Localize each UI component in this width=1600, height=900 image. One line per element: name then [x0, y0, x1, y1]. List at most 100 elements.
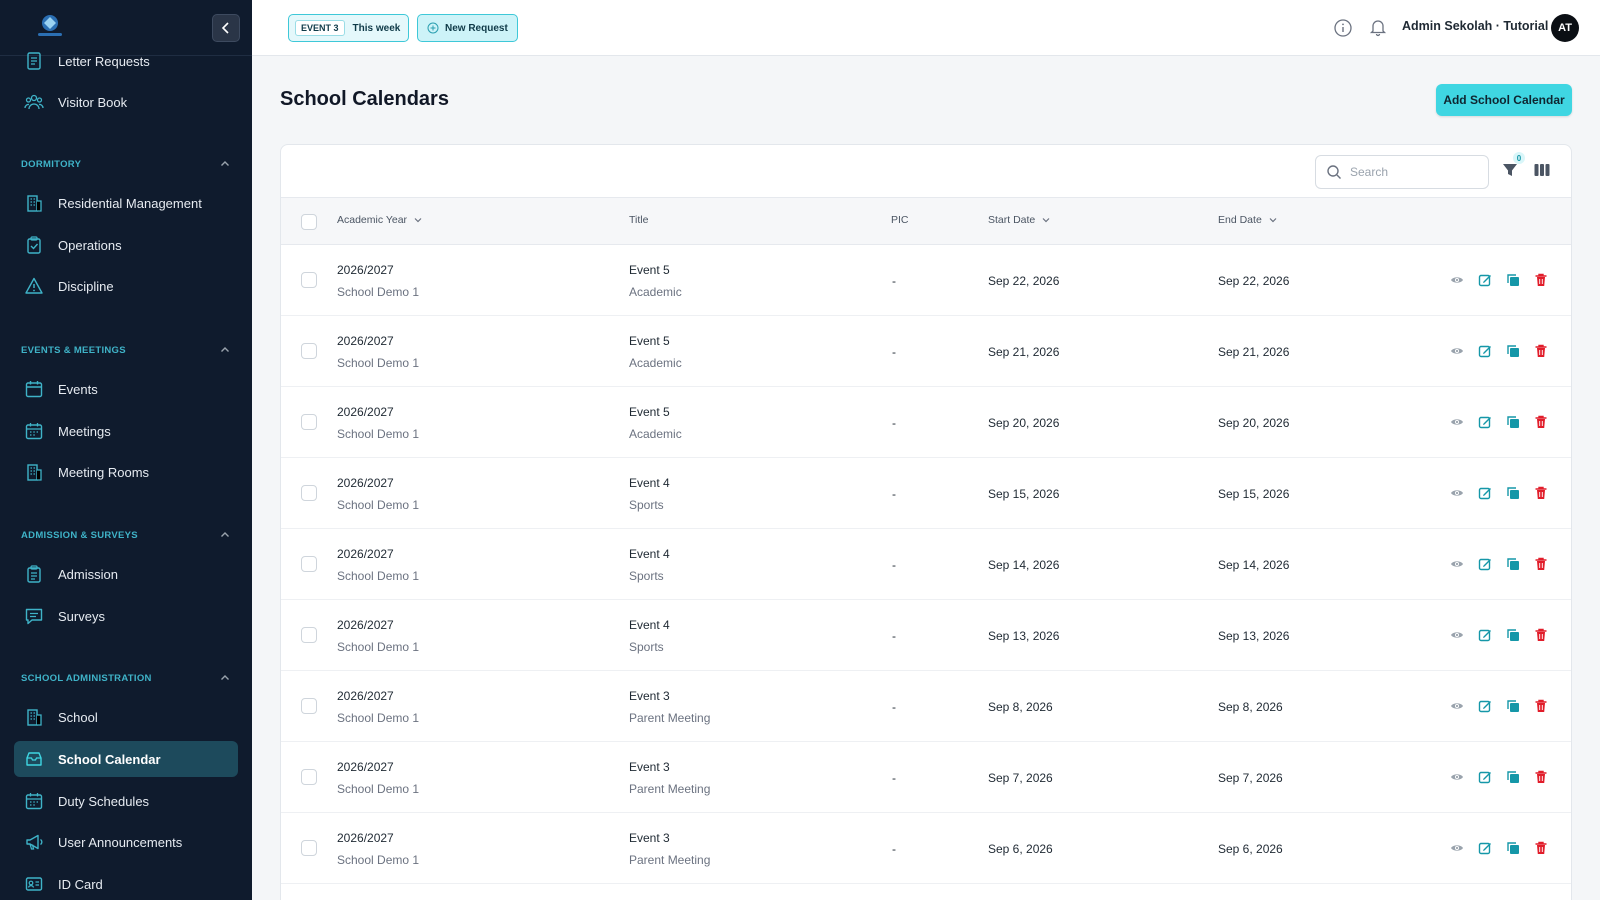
notification-bell-icon[interactable] — [1368, 17, 1388, 37]
delete-trash-icon[interactable] — [1534, 486, 1548, 500]
table-row[interactable]: 2026/2027 School Demo 1 Event 4 Sports - Sep … — [281, 458, 1571, 529]
duplicate-icon[interactable] — [1506, 628, 1520, 642]
event-title: Event 4 — [629, 618, 670, 632]
duplicate-icon[interactable] — [1506, 841, 1520, 855]
delete-trash-icon[interactable] — [1534, 841, 1548, 855]
duplicate-icon[interactable] — [1506, 273, 1520, 287]
sidebar-item-events[interactable]: Events — [14, 371, 238, 407]
view-eye-icon[interactable] — [1450, 557, 1464, 571]
sidebar-item-school-calendar[interactable]: School Calendar — [14, 741, 238, 777]
row-checkbox[interactable] — [301, 414, 317, 430]
view-eye-icon[interactable] — [1450, 344, 1464, 358]
duplicate-icon[interactable] — [1506, 344, 1520, 358]
pic-value: - — [892, 416, 896, 430]
edit-icon[interactable] — [1478, 770, 1492, 784]
delete-trash-icon[interactable] — [1534, 344, 1548, 358]
delete-trash-icon[interactable] — [1534, 415, 1548, 429]
edit-icon[interactable] — [1478, 699, 1492, 713]
sidebar-section-school-administration[interactable]: SCHOOL ADMINISTRATION — [21, 668, 231, 688]
duplicate-icon[interactable] — [1506, 557, 1520, 571]
view-eye-icon[interactable] — [1450, 273, 1464, 287]
view-eye-icon[interactable] — [1450, 415, 1464, 429]
duplicate-icon[interactable] — [1506, 415, 1520, 429]
school-name: School Demo 1 — [337, 711, 420, 725]
sidebar-item-operations[interactable]: Operations — [14, 227, 238, 263]
select-all-checkbox[interactable] — [301, 214, 317, 230]
pic-value: - — [892, 558, 896, 572]
sort-chevron-icon — [414, 218, 422, 223]
sidebar-item-meetings[interactable]: Meetings — [14, 413, 238, 449]
sidebar-item-surveys[interactable]: Surveys — [14, 598, 238, 634]
table-row[interactable]: 2026/2027 School Demo 1 Event 3 Parent Meet… — [281, 813, 1571, 884]
chevron-up-icon — [219, 344, 231, 356]
delete-trash-icon[interactable] — [1534, 770, 1548, 784]
row-checkbox[interactable] — [301, 840, 317, 856]
current-event-chip[interactable]: EVENT 3 This week — [288, 14, 410, 42]
delete-trash-icon[interactable] — [1534, 557, 1548, 571]
sidebar-item-duty-schedules[interactable]: Duty Schedules — [14, 783, 238, 819]
row-checkbox[interactable] — [301, 485, 317, 501]
app-logo[interactable] — [34, 12, 66, 40]
row-checkbox[interactable] — [301, 556, 317, 572]
col-start-date[interactable]: Start Date — [988, 214, 1051, 226]
clipboard-icon — [24, 564, 44, 584]
sidebar-item-school[interactable]: School — [14, 699, 238, 735]
search-input[interactable] — [1350, 165, 1470, 179]
sidebar-collapse-button[interactable] — [212, 14, 240, 42]
table-row[interactable]: 2026/2027 School Demo 1 Event 3 Parent Meet… — [281, 671, 1571, 742]
view-eye-icon[interactable] — [1450, 699, 1464, 713]
sidebar-section-events-and-meetings[interactable]: EVENTS & MEETINGS — [21, 340, 231, 360]
view-eye-icon[interactable] — [1450, 486, 1464, 500]
edit-icon[interactable] — [1478, 486, 1492, 500]
user-name[interactable]: Admin Sekolah · Tutorial — [1402, 19, 1548, 33]
add-school-calendar-button[interactable]: Add School Calendar — [1436, 84, 1572, 116]
event-category: Parent Meeting — [629, 853, 711, 867]
duplicate-icon[interactable] — [1506, 699, 1520, 713]
sidebar-item-discipline[interactable]: Discipline — [14, 268, 238, 304]
edit-icon[interactable] — [1478, 841, 1492, 855]
new-request-button[interactable]: New Request — [417, 14, 518, 42]
duplicate-icon[interactable] — [1506, 770, 1520, 784]
avatar[interactable]: AT — [1551, 14, 1579, 42]
sidebar-item-visitor-book[interactable]: Visitor Book — [14, 84, 238, 120]
edit-icon[interactable] — [1478, 415, 1492, 429]
warning-icon — [24, 276, 44, 296]
academic-year: 2026/2027 — [337, 334, 394, 348]
duplicate-icon[interactable] — [1506, 486, 1520, 500]
delete-trash-icon[interactable] — [1534, 628, 1548, 642]
sidebar-item-residential-management[interactable]: Residential Management — [14, 185, 238, 221]
table-row[interactable]: 2026/2027 School Demo 1 Event 5 Academic - Se… — [281, 387, 1571, 458]
delete-trash-icon[interactable] — [1534, 699, 1548, 713]
edit-icon[interactable] — [1478, 344, 1492, 358]
col-end-date[interactable]: End Date — [1218, 214, 1278, 226]
view-eye-icon[interactable] — [1450, 770, 1464, 784]
sidebar-item-letter-requests[interactable]: Letter Requests — [14, 43, 238, 79]
row-checkbox[interactable] — [301, 698, 317, 714]
sidebar-item-user-announcements[interactable]: User Announcements — [14, 824, 238, 860]
info-icon[interactable] — [1333, 18, 1353, 38]
sidebar-section-admission-and-surveys[interactable]: ADMISSION & SURVEYS — [21, 525, 231, 545]
edit-icon[interactable] — [1478, 273, 1492, 287]
table-row[interactable]: 2026/2027 School Demo 1 Event 3 Parent Meet… — [281, 742, 1571, 813]
columns-icon[interactable] — [1533, 161, 1551, 179]
view-eye-icon[interactable] — [1450, 841, 1464, 855]
table-row[interactable]: 2026/2027 School Demo 1 Event 4 Sports - Sep … — [281, 529, 1571, 600]
row-checkbox[interactable] — [301, 272, 317, 288]
col-academic-year[interactable]: Academic Year — [337, 214, 423, 226]
school-name: School Demo 1 — [337, 853, 420, 867]
search-box[interactable] — [1315, 155, 1489, 189]
edit-icon[interactable] — [1478, 557, 1492, 571]
sidebar-item-admission[interactable]: Admission — [14, 556, 238, 592]
row-checkbox[interactable] — [301, 769, 317, 785]
edit-icon[interactable] — [1478, 628, 1492, 642]
row-checkbox[interactable] — [301, 343, 317, 359]
table-row[interactable]: 2026/2027 School Demo 1 Event 4 Sports - Sep … — [281, 600, 1571, 671]
row-checkbox[interactable] — [301, 627, 317, 643]
table-row[interactable]: 2026/2027 School Demo 1 Event 5 Academic - Se… — [281, 316, 1571, 387]
table-row[interactable]: 2026/2027 School Demo 1 Event 5 Academic - Se… — [281, 245, 1571, 316]
sidebar-item-meeting-rooms[interactable]: Meeting Rooms — [14, 454, 238, 490]
sidebar-item-id-card[interactable]: ID Card — [14, 866, 238, 900]
sidebar-section-dormitory[interactable]: DORMITORY — [21, 154, 231, 174]
delete-trash-icon[interactable] — [1534, 273, 1548, 287]
view-eye-icon[interactable] — [1450, 628, 1464, 642]
